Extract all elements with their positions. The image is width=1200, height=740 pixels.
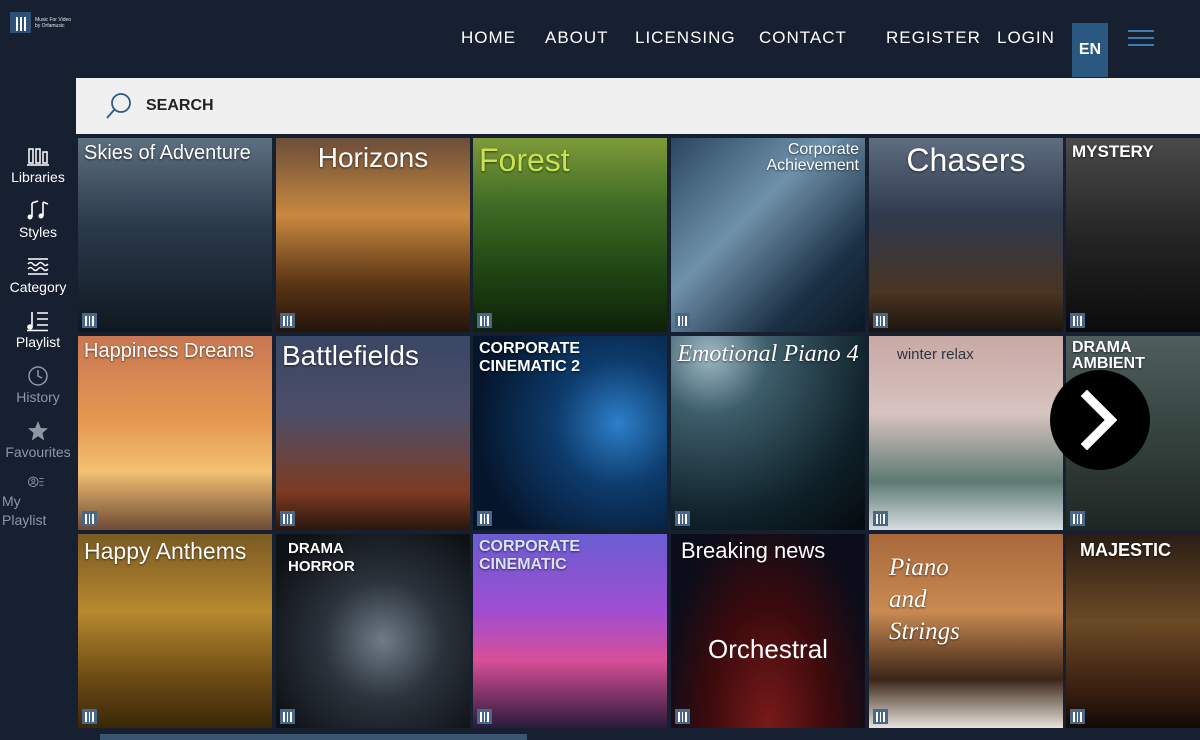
search-icon[interactable]: [104, 91, 134, 121]
horizontal-scrollbar[interactable]: [100, 734, 527, 740]
album-title: MYSTERY: [1072, 142, 1154, 161]
album-tile[interactable]: Chasers: [869, 138, 1063, 332]
album-tile[interactable]: CORPORATE CINEMATIC: [473, 534, 667, 728]
star-icon: [28, 421, 48, 441]
hamburger-menu-icon[interactable]: [1128, 30, 1154, 48]
album-title: Piano and Strings: [889, 554, 960, 645]
album-tile[interactable]: Horizons: [276, 138, 470, 332]
album-tile[interactable]: Corporate Achievement: [671, 138, 865, 332]
nav-register[interactable]: REGISTER: [886, 28, 981, 48]
nav-home[interactable]: HOME: [461, 28, 516, 48]
album-title: DRAMA HORROR: [288, 540, 355, 575]
library-badge-icon: [477, 709, 492, 724]
logo-text: Music For Video by Orfamusic: [35, 16, 72, 29]
nav-contact[interactable]: CONTACT: [759, 28, 847, 48]
library-badge-icon: [675, 709, 690, 724]
library-badge-icon: [82, 709, 97, 724]
search-input[interactable]: [144, 96, 748, 116]
library-badge-icon: [675, 511, 690, 526]
waves-icon: [27, 258, 49, 275]
chevron-right-icon: [1080, 390, 1118, 450]
album-tile[interactable]: CORPORATE CINEMATIC 2: [473, 336, 667, 530]
album-title: Happy Anthems: [84, 538, 247, 564]
libraries-icon: [27, 148, 49, 166]
album-title: Skies of Adventure: [84, 142, 251, 164]
album-tile[interactable]: Forest: [473, 138, 667, 332]
album-grid: Skies of Adventure Horizons Forest Corpo…: [78, 138, 1200, 728]
sidebar-item-libraries[interactable]: Libraries: [0, 145, 76, 200]
album-title: Forest: [479, 142, 570, 178]
album-title: CORPORATE CINEMATIC 2: [479, 340, 581, 375]
library-badge-icon: [1070, 511, 1085, 526]
album-tile[interactable]: Breaking news Orchestral: [671, 534, 865, 728]
album-tile[interactable]: Skies of Adventure: [78, 138, 272, 332]
album-tile[interactable]: Happy Anthems: [78, 534, 272, 728]
user-list-icon: [28, 476, 44, 488]
sidebar-item-my-playlist[interactable]: My Playlist: [0, 475, 76, 530]
album-tile[interactable]: Emotional Piano 4: [671, 336, 865, 530]
library-badge-icon: [1070, 313, 1085, 328]
album-tile[interactable]: DRAMA HORROR: [276, 534, 470, 728]
nav-about[interactable]: ABOUT: [545, 28, 609, 48]
sidebar-item-styles[interactable]: Styles: [0, 200, 76, 255]
album-title: Battlefields: [282, 340, 419, 371]
sidebar-item-category[interactable]: Category: [0, 255, 76, 310]
nav-licensing[interactable]: LICENSING: [635, 28, 736, 48]
main-nav: HOME ABOUT LICENSING CONTACT REGISTER LO…: [0, 28, 1200, 48]
album-title: Emotional Piano 4: [677, 341, 859, 367]
album-title: DRAMA AMBIENT: [1072, 339, 1145, 372]
library-badge-icon: [873, 313, 888, 328]
album-title: winter relax: [897, 346, 974, 363]
library-badge-icon: [477, 511, 492, 526]
library-badge-icon: [82, 313, 97, 328]
library-badge-icon: [280, 511, 295, 526]
album-title: Chasers: [906, 142, 1026, 178]
library-badge-icon: [873, 511, 888, 526]
search-bar: [76, 78, 1200, 134]
album-subtitle: Orchestral: [708, 634, 828, 664]
album-title: Breaking news: [681, 538, 826, 563]
library-badge-icon: [280, 313, 295, 328]
history-clock-icon: [28, 366, 48, 386]
playlist-icon: [27, 312, 48, 332]
library-badge-icon: [675, 313, 690, 328]
language-selector[interactable]: EN: [1072, 23, 1108, 77]
sidebar-item-favourites[interactable]: Favourites: [0, 420, 76, 475]
album-tile[interactable]: MYSTERY: [1066, 138, 1200, 332]
album-tile[interactable]: Battlefields: [276, 336, 470, 530]
album-tile[interactable]: Happiness Dreams: [78, 336, 272, 530]
sidebar: Libraries Styles Category Playlist Histo…: [0, 145, 76, 530]
library-badge-icon: [477, 313, 492, 328]
sidebar-item-playlist[interactable]: Playlist: [0, 310, 76, 365]
album-title: Horizons: [317, 142, 429, 173]
library-badge-icon: [280, 709, 295, 724]
album-title: Corporate Achievement: [766, 141, 860, 174]
album-title: MAJESTIC: [1080, 540, 1172, 560]
library-badge-icon: [1070, 709, 1085, 724]
album-title: CORPORATE CINEMATIC: [479, 538, 581, 573]
nav-login[interactable]: LOGIN: [997, 28, 1055, 48]
album-title: Happiness Dreams: [84, 340, 255, 362]
sidebar-item-history[interactable]: History: [0, 365, 76, 420]
album-tile[interactable]: Piano and Strings: [869, 534, 1063, 728]
music-notes-icon: [27, 200, 49, 220]
library-badge-icon: [873, 709, 888, 724]
album-tile[interactable]: MAJESTIC: [1066, 534, 1200, 728]
library-badge-icon: [82, 511, 97, 526]
album-tile[interactable]: winter relax: [869, 336, 1063, 530]
next-arrow-button[interactable]: [1050, 370, 1150, 470]
